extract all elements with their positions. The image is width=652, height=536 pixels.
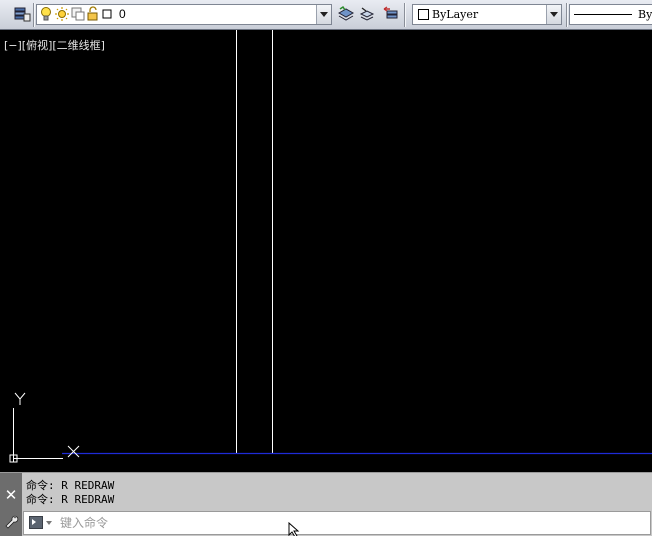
chevron-down-icon[interactable]	[316, 5, 331, 24]
viewport-freeze-icon	[71, 7, 85, 21]
bulb-icon	[41, 7, 51, 21]
layer-match-button[interactable]	[357, 4, 377, 24]
chevron-down-icon[interactable]	[46, 521, 52, 525]
color-swatch	[418, 9, 429, 20]
command-line-gutter: ✕	[0, 473, 22, 536]
linetype-preview	[574, 14, 632, 15]
sun-icon	[55, 7, 69, 21]
drawing-canvas[interactable]: [−][俯视][二维线框]	[0, 30, 652, 472]
command-prompt-icon[interactable]	[29, 516, 43, 529]
command-line-window: ✕ 命令: R REDRAW 命令: R REDRAW	[0, 472, 652, 536]
layer-color-icon	[102, 9, 112, 19]
toolbar-separator	[33, 3, 35, 27]
customize-wrench-icon[interactable]	[3, 513, 19, 529]
toolbar-separator	[404, 3, 406, 27]
toolbar-separator	[566, 3, 568, 27]
close-icon[interactable]: ✕	[3, 487, 19, 503]
layer-previous-button[interactable]	[381, 4, 401, 24]
autocad-window: 0 ByLayer By [−][俯视][二维线框] ✕ 命令: R REDRA…	[0, 0, 652, 536]
layer-combo-value: 0	[119, 7, 126, 21]
color-combo-value: ByLayer	[432, 8, 479, 21]
layer-properties-button[interactable]	[12, 4, 32, 24]
command-input[interactable]	[60, 514, 620, 532]
lock-icon	[87, 6, 98, 21]
layer-current-icon	[337, 5, 355, 21]
make-object-layer-current-button[interactable]	[336, 4, 356, 24]
layer-combo[interactable]: 0	[36, 4, 332, 25]
layer-properties-icon	[14, 7, 31, 22]
layer-match-icon	[359, 7, 375, 21]
ucs-icon	[9, 392, 80, 463]
linetype-combo[interactable]: ByLayer	[569, 4, 652, 25]
drawing-geometry	[9, 30, 652, 463]
color-combo[interactable]: ByLayer	[412, 4, 562, 25]
command-history: 命令: R REDRAW 命令: R REDRAW	[26, 479, 114, 507]
command-history-line: 命令: R REDRAW	[26, 493, 115, 506]
layer-state-icons	[41, 6, 112, 21]
command-input-bar	[23, 511, 651, 535]
chevron-down-icon[interactable]	[546, 5, 561, 24]
linetype-combo-value: ByLayer	[638, 8, 652, 21]
mouse-pointer-icon	[288, 522, 300, 536]
layers-toolbar: 0 ByLayer By	[0, 0, 652, 30]
layer-previous-icon	[383, 6, 398, 19]
command-history-line: 命令: R REDRAW	[26, 479, 115, 492]
